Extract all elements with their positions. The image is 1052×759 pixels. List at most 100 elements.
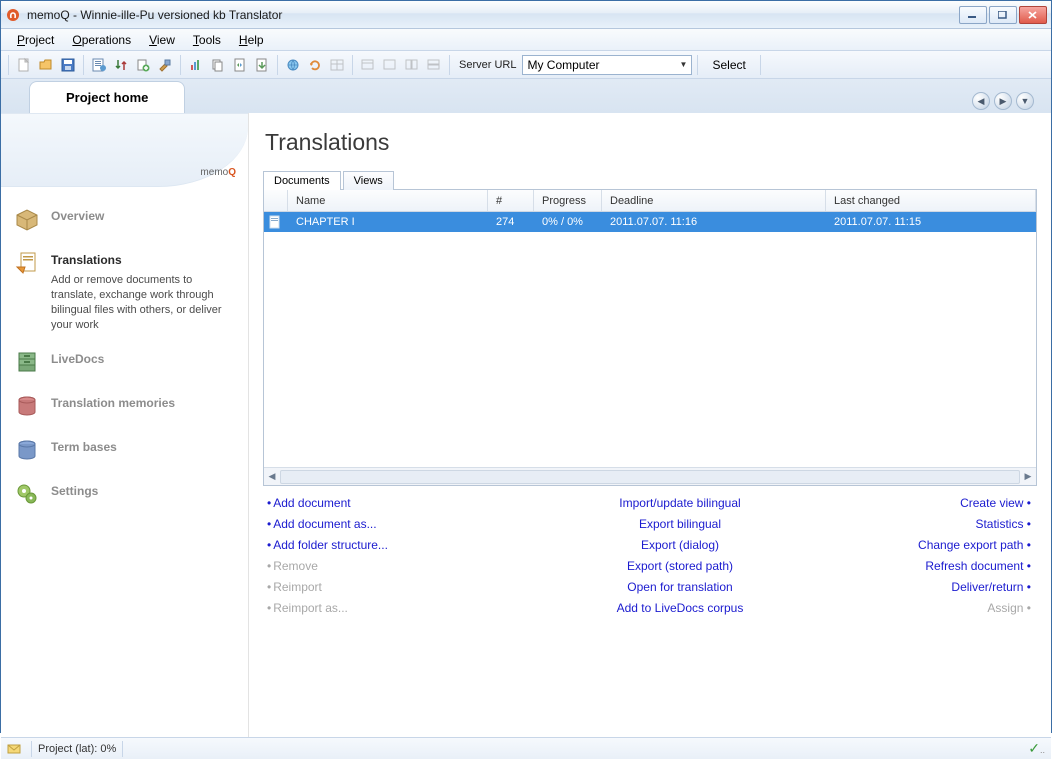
- nav-forward-icon[interactable]: ▶: [994, 92, 1012, 110]
- close-button[interactable]: [1019, 6, 1047, 24]
- add-doc-icon[interactable]: [133, 55, 153, 75]
- menu-tools[interactable]: Tools: [185, 31, 229, 49]
- status-project: Project (lat): 0%: [38, 743, 116, 755]
- grid4-icon[interactable]: [402, 55, 422, 75]
- sort-icon[interactable]: [111, 55, 131, 75]
- project-home-icon[interactable]: [89, 55, 109, 75]
- nav-back-icon[interactable]: ◀: [972, 92, 990, 110]
- maximize-button[interactable]: [989, 6, 1017, 24]
- table-row[interactable]: CHAPTER I 274 0% / 0% 2011.07.07. 11:16 …: [264, 212, 1036, 232]
- tab-strip: Project home: [1, 79, 1051, 113]
- link-reimport: Reimport: [273, 580, 322, 594]
- link-create-view[interactable]: Create view: [960, 496, 1023, 510]
- link-add-livedocs[interactable]: Add to LiveDocs corpus: [617, 601, 744, 615]
- menu-view[interactable]: View: [141, 31, 183, 49]
- new-icon[interactable]: [14, 55, 34, 75]
- table-header: Name # Progress Deadline Last changed: [264, 190, 1036, 212]
- open-icon[interactable]: [36, 55, 56, 75]
- sidebar-item-overview[interactable]: Overview: [7, 197, 242, 241]
- globe-icon[interactable]: [283, 55, 303, 75]
- link-change-export[interactable]: Change export path: [918, 538, 1023, 552]
- translations-icon: [13, 249, 41, 277]
- server-url-combo[interactable]: My Computer ▼: [522, 55, 692, 75]
- link-import-bilingual[interactable]: Import/update bilingual: [619, 496, 740, 510]
- sidebar-settings-label: Settings: [51, 480, 98, 498]
- copy-icon[interactable]: [208, 55, 228, 75]
- tab-project-home[interactable]: Project home: [29, 81, 185, 113]
- sidebar-item-tm[interactable]: Translation memories: [7, 384, 242, 428]
- refresh-icon[interactable]: [305, 55, 325, 75]
- page-title: Translations: [263, 121, 1037, 170]
- menu-operations[interactable]: Operations: [64, 31, 139, 49]
- sidebar-item-translations[interactable]: Translations Add or remove documents to …: [7, 241, 242, 340]
- sidebar-item-tb[interactable]: Term bases: [7, 428, 242, 472]
- minimize-button[interactable]: [959, 6, 987, 24]
- tool-icon[interactable]: [155, 55, 175, 75]
- mail-icon: [7, 743, 21, 755]
- statusbar: Project (lat): 0% ✓..: [1, 737, 1051, 759]
- sidebar-tb-label: Term bases: [51, 436, 117, 454]
- sidebar-translations-desc: Add or remove documents to translate, ex…: [51, 273, 236, 332]
- sidebar-tm-label: Translation memories: [51, 392, 175, 410]
- subtab-views[interactable]: Views: [343, 171, 394, 190]
- sidebar-overview-label: Overview: [51, 205, 104, 223]
- export-icon[interactable]: [252, 55, 272, 75]
- documents-table: Name # Progress Deadline Last changed CH…: [263, 190, 1037, 486]
- tm-icon: [13, 392, 41, 420]
- link-reimport-as: Reimport as...: [273, 601, 348, 615]
- cabinet-icon: [13, 348, 41, 376]
- sidebar-item-settings[interactable]: Settings: [7, 472, 242, 516]
- memoq-logo: memoQ: [200, 167, 236, 178]
- titlebar: memoQ - Winnie-ille-Pu versioned kb Tran…: [1, 1, 1051, 29]
- link-add-document-as[interactable]: Add document as...: [273, 517, 376, 531]
- sidebar-translations-label: Translations: [51, 249, 236, 267]
- link-export-dialog[interactable]: Export (dialog): [641, 538, 719, 552]
- menu-help[interactable]: Help: [231, 31, 272, 49]
- link-assign: Assign: [987, 601, 1023, 615]
- link-export-bilingual[interactable]: Export bilingual: [639, 517, 721, 531]
- grid5-icon[interactable]: [424, 55, 444, 75]
- gear-icon: [13, 480, 41, 508]
- horizontal-scrollbar[interactable]: ◀ ▶: [264, 467, 1036, 485]
- col-num[interactable]: #: [488, 190, 534, 211]
- tb-icon: [13, 436, 41, 464]
- server-url-value: My Computer: [527, 58, 599, 72]
- link-statistics[interactable]: Statistics: [975, 517, 1023, 531]
- menu-project[interactable]: Project: [9, 31, 62, 49]
- grid2-icon[interactable]: [358, 55, 378, 75]
- xliff-icon[interactable]: [230, 55, 250, 75]
- sidebar-item-livedocs[interactable]: LiveDocs: [7, 340, 242, 384]
- link-add-document[interactable]: Add document: [273, 496, 350, 510]
- scroll-left-icon[interactable]: ◀: [264, 469, 280, 485]
- toolbar: Server URL My Computer ▼ Select: [1, 51, 1051, 79]
- doc-icon: [264, 215, 288, 229]
- app-icon: [5, 7, 21, 23]
- cell-changed: 2011.07.07. 11:15: [826, 216, 1036, 228]
- select-button[interactable]: Select: [703, 55, 754, 75]
- server-url-label: Server URL: [455, 59, 520, 71]
- col-name[interactable]: Name: [288, 190, 488, 211]
- check-icon: ✓..: [1028, 740, 1045, 757]
- link-open-translation[interactable]: Open for translation: [627, 580, 732, 594]
- sidebar: memoQ Overview Translations Add or remov…: [1, 113, 249, 737]
- link-export-stored[interactable]: Export (stored path): [627, 559, 733, 573]
- scroll-right-icon[interactable]: ▶: [1020, 469, 1036, 485]
- cell-progress: 0% / 0%: [534, 216, 602, 228]
- col-deadline[interactable]: Deadline: [602, 190, 826, 211]
- link-refresh-doc[interactable]: Refresh document: [925, 559, 1023, 573]
- cell-name: CHAPTER I: [288, 216, 488, 228]
- main-panel: Translations Documents Views Name # Prog…: [249, 113, 1051, 737]
- grid1-icon[interactable]: [327, 55, 347, 75]
- save-icon[interactable]: [58, 55, 78, 75]
- link-deliver[interactable]: Deliver/return: [951, 580, 1023, 594]
- action-links: •Add document •Add document as... •Add f…: [263, 486, 1037, 619]
- link-add-folder[interactable]: Add folder structure...: [273, 538, 388, 552]
- nav-dropdown-icon[interactable]: ▼: [1016, 92, 1034, 110]
- subtab-documents[interactable]: Documents: [263, 171, 341, 190]
- grid3-icon[interactable]: [380, 55, 400, 75]
- col-changed[interactable]: Last changed: [826, 190, 1036, 211]
- cell-num: 274: [488, 216, 534, 228]
- stats-icon[interactable]: [186, 55, 206, 75]
- sidebar-header: memoQ: [1, 113, 248, 187]
- col-progress[interactable]: Progress: [534, 190, 602, 211]
